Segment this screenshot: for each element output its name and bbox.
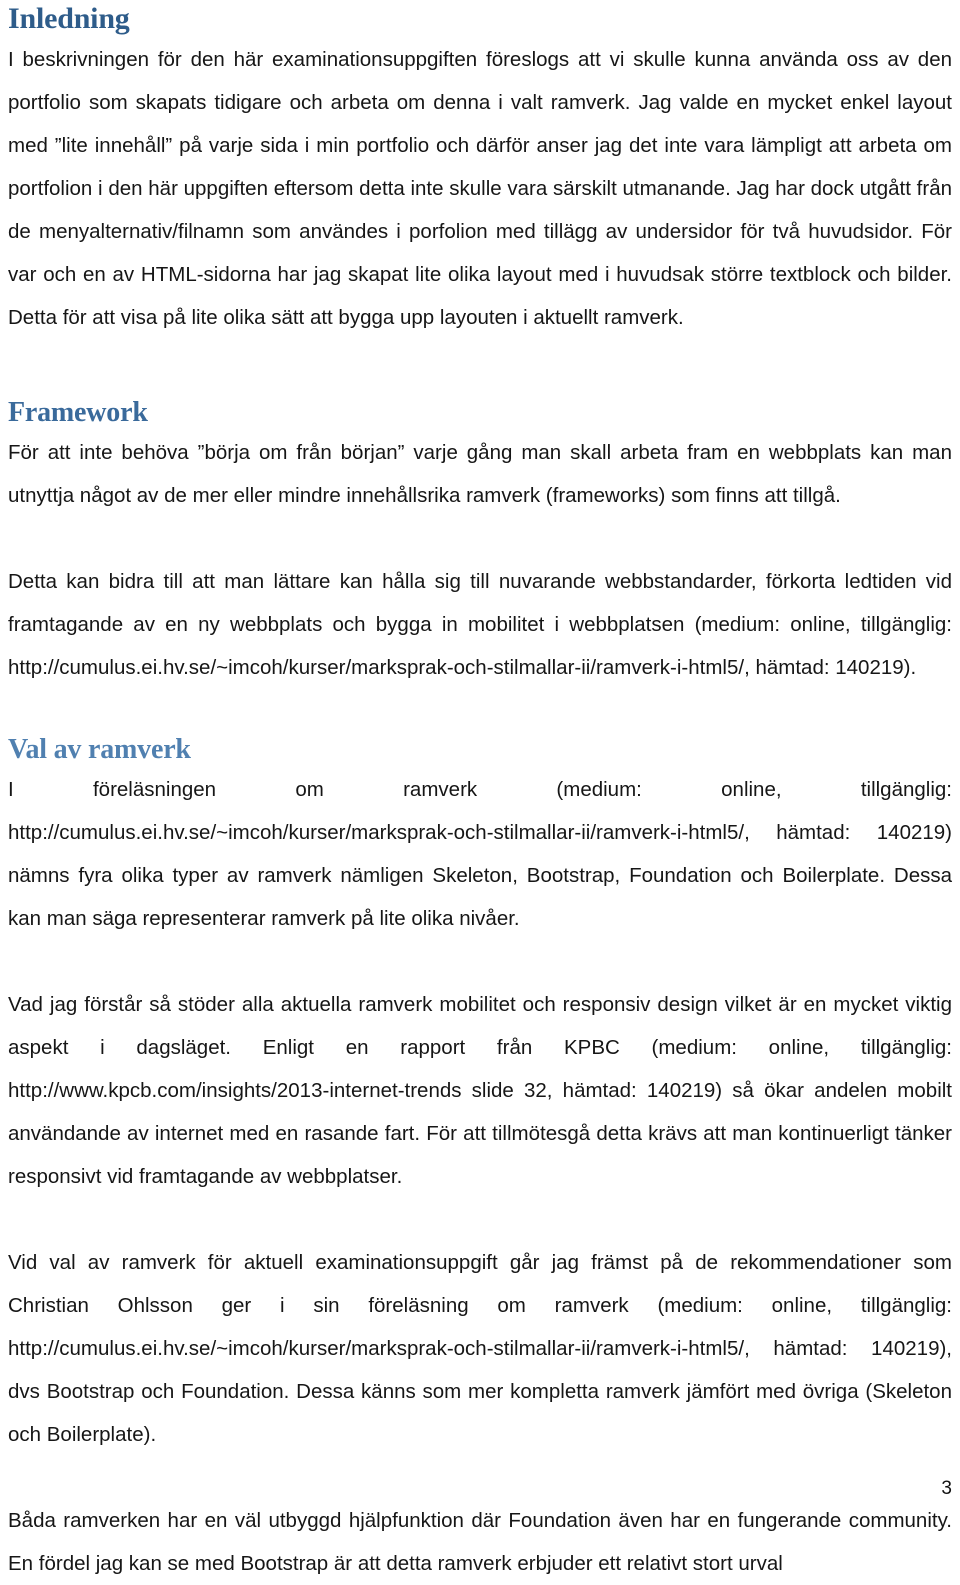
document-page: Inledning I beskrivningen för den här ex… bbox=[0, 0, 960, 1575]
paragraph-inledning-1: I beskrivningen för den här examinations… bbox=[8, 48, 952, 329]
paragraph-framework-1: För att inte behöva ”börja om från börja… bbox=[8, 441, 952, 507]
paragraph-val-4: Båda ramverken har en väl utbyggd hjälpf… bbox=[8, 1509, 952, 1575]
page-number: 3 bbox=[941, 1478, 952, 1499]
section-heading-inledning: Inledning bbox=[8, 2, 130, 35]
paragraph-framework-2: Detta kan bidra till att man lättare kan… bbox=[8, 570, 952, 679]
paragraph-val-3: Vid val av ramverk för aktuell examinati… bbox=[8, 1251, 952, 1446]
section-heading-framework: Framework bbox=[8, 397, 148, 428]
section-heading-val-av-ramverk: Val av ramverk bbox=[8, 734, 191, 765]
paragraph-val-2: Vad jag förstår så stöder alla aktuella … bbox=[8, 993, 952, 1188]
paragraph-val-1: I föreläsningen om ramverk (medium: onli… bbox=[8, 778, 952, 930]
